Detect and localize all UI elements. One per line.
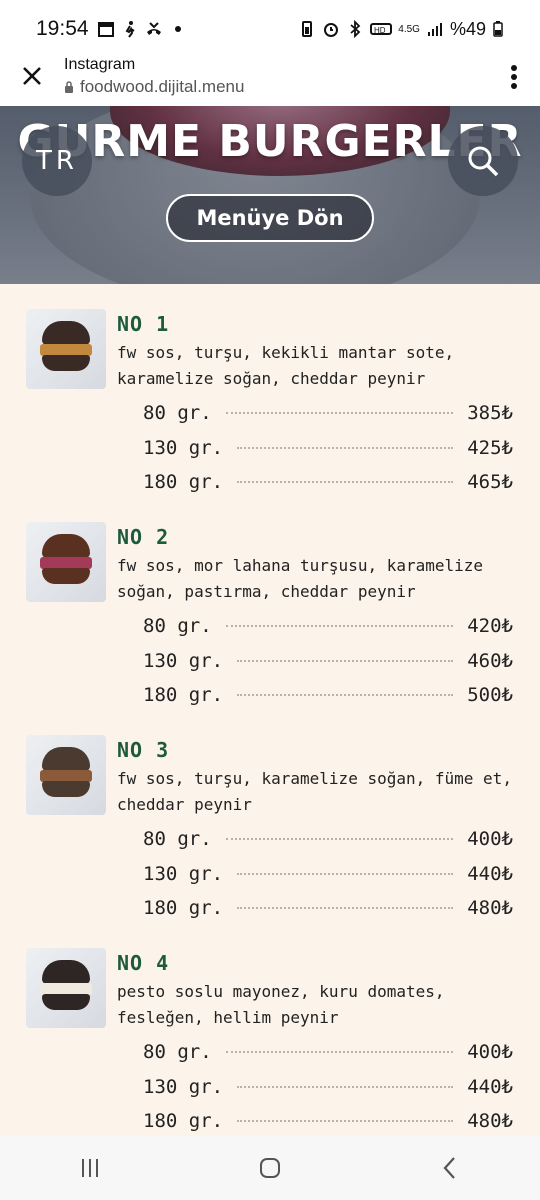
system-nav-bar: [0, 1136, 540, 1200]
lock-icon: [65, 81, 73, 93]
hero-banner: GURME BURGERLER TR Menüye Dön: [0, 106, 540, 284]
in-app-browser-bar: Instagram foodwood.dijital.menu: [0, 50, 540, 106]
calendar-icon: [97, 22, 114, 37]
price: 400₺: [467, 828, 513, 850]
battery-icon: [493, 21, 503, 37]
portion-size: 80 gr.: [143, 828, 212, 850]
price: 400₺: [467, 1041, 513, 1063]
missed-call-icon: [146, 22, 161, 35]
signal-icon: [427, 23, 442, 36]
price-row: 130 gr. 440₺: [143, 863, 513, 898]
price-row: 130 gr. 440₺: [143, 1076, 513, 1111]
price: 425₺: [467, 436, 513, 459]
price: 480₺: [467, 897, 513, 919]
menu-item[interactable]: NO 3 fw sos, turşu, karamelize soğan, fü…: [0, 710, 540, 923]
burger-thumbnail: [26, 948, 106, 1028]
portion-size: 180 gr.: [143, 897, 224, 919]
portion-size: 130 gr.: [143, 1075, 224, 1098]
hd-voice-icon: HD: [370, 23, 393, 35]
search-button[interactable]: [448, 126, 518, 196]
price-row: 130 gr. 425₺: [143, 437, 513, 472]
menu-item[interactable]: NO 2 fw sos, mor lahana turşusu, karamel…: [0, 497, 540, 710]
recent-apps-icon[interactable]: [75, 1153, 105, 1183]
price: 440₺: [467, 862, 513, 885]
status-time: 19:54: [36, 17, 89, 40]
status-right: HD 4.5G %49: [298, 19, 504, 40]
price-row: 180 gr. 480₺: [143, 1110, 513, 1136]
burger-thumbnail: [26, 735, 106, 815]
menu-item[interactable]: NO 1 fw sos, turşu, kekikli mantar sote,…: [0, 284, 540, 497]
battery-text: %49: [449, 18, 486, 39]
network-type: 4.5G: [398, 23, 420, 35]
price-row: 80 gr. 400₺: [143, 828, 513, 863]
bluetooth-icon: [350, 20, 361, 38]
home-icon[interactable]: [255, 1153, 285, 1183]
status-left-icons: [97, 20, 187, 38]
item-description: fw sos, turşu, kekikli mantar sote, kara…: [117, 343, 455, 388]
battery-saver-icon: [302, 21, 313, 37]
search-icon: [468, 146, 499, 177]
portion-size: 180 gr.: [143, 684, 224, 706]
dot-icon: [174, 26, 181, 32]
portion-size: 180 gr.: [143, 471, 224, 493]
menu-list: NO 1 fw sos, turşu, kekikli mantar sote,…: [0, 284, 540, 1136]
portion-size: 180 gr.: [143, 1110, 224, 1132]
back-to-menu-button[interactable]: Menüye Dön: [166, 194, 374, 242]
price-row: 80 gr. 385₺: [143, 402, 513, 437]
price: 440₺: [467, 1075, 513, 1098]
close-icon[interactable]: [18, 62, 46, 90]
browser-title: Instagram: [64, 56, 136, 73]
price: 465₺: [467, 471, 513, 493]
burger-thumbnail: [26, 522, 106, 602]
price-row: 130 gr. 460₺: [143, 650, 513, 685]
item-name: NO 3: [117, 738, 170, 762]
portion-size: 130 gr.: [143, 436, 224, 459]
portion-size: 80 gr.: [143, 1041, 212, 1063]
back-icon[interactable]: [435, 1153, 465, 1183]
portion-size: 80 gr.: [143, 402, 212, 424]
menu-item[interactable]: NO 4 pesto soslu mayonez, kuru domates, …: [0, 923, 540, 1136]
portion-size: 80 gr.: [143, 615, 212, 637]
price-list: 80 gr. 400₺ 130 gr. 440₺ 180 gr. 480₺: [143, 828, 513, 932]
browser-url[interactable]: foodwood.dijital.menu: [64, 77, 244, 97]
walking-icon: [125, 21, 135, 38]
more-options-icon[interactable]: [510, 64, 518, 90]
price: 500₺: [467, 684, 513, 706]
language-button[interactable]: TR: [22, 126, 92, 196]
price: 420₺: [467, 615, 513, 637]
item-name: NO 2: [117, 525, 170, 549]
svg-text:HD: HD: [374, 26, 386, 35]
item-name: NO 4: [117, 951, 170, 975]
item-description: fw sos, turşu, karamelize soğan, füme et…: [117, 769, 512, 814]
price: 480₺: [467, 1110, 513, 1132]
portion-size: 130 gr.: [143, 649, 224, 672]
price-row: 80 gr. 400₺: [143, 1041, 513, 1076]
item-description: pesto soslu mayonez, kuru domates, fesle…: [117, 982, 445, 1027]
price: 460₺: [467, 649, 513, 672]
price-list: 80 gr. 400₺ 130 gr. 440₺ 180 gr. 480₺: [143, 1041, 513, 1136]
portion-size: 130 gr.: [143, 862, 224, 885]
item-description: fw sos, mor lahana turşusu, karamelize s…: [117, 556, 484, 601]
browser-url-text: foodwood.dijital.menu: [80, 77, 245, 96]
price-list: 80 gr. 385₺ 130 gr. 425₺ 180 gr. 465₺: [143, 402, 513, 506]
price: 385₺: [467, 402, 513, 424]
burger-thumbnail: [26, 309, 106, 389]
price-list: 80 gr. 420₺ 130 gr. 460₺ 180 gr. 500₺: [143, 615, 513, 719]
item-name: NO 1: [117, 312, 170, 336]
alarm-icon: [324, 23, 339, 37]
price-row: 80 gr. 420₺: [143, 615, 513, 650]
